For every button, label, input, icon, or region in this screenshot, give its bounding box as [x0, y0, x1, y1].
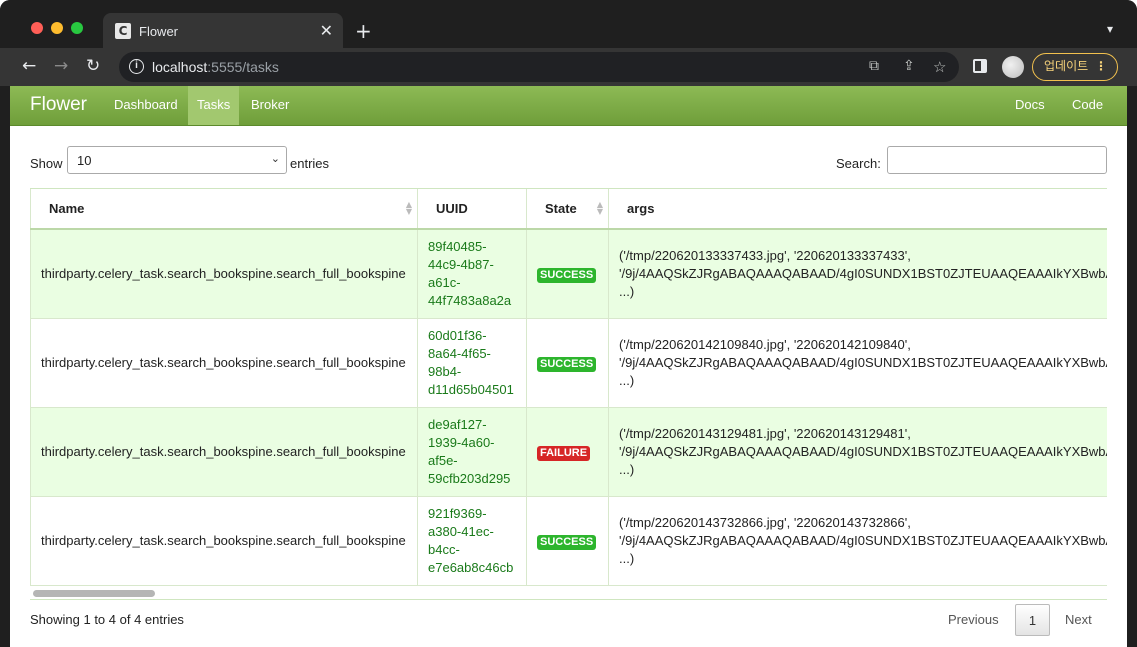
table-row: thirdparty.celery_task.search_bookspine.…: [30, 228, 1107, 319]
task-state-cell: SUCCESS: [526, 317, 609, 408]
table-row: thirdparty.celery_task.search_bookspine.…: [30, 317, 1107, 408]
browser-tab[interactable]: C Flower ✕: [103, 13, 343, 48]
maximize-window-button[interactable]: [71, 22, 83, 34]
show-label: Show: [30, 156, 63, 171]
previous-page-button[interactable]: Previous: [948, 604, 999, 636]
table-row: thirdparty.celery_task.search_bookspine.…: [30, 495, 1107, 586]
sort-icon: ▲ ▼: [405, 200, 412, 216]
page-content: Flower Dashboard Tasks Broker Docs Code …: [10, 86, 1127, 647]
update-button[interactable]: 업데이트 ⋮: [1032, 53, 1118, 81]
task-uuid-link[interactable]: 60d01f36- 8a64-4f65- 98b4- d11d65b04501: [417, 317, 527, 408]
scrollbar-thumb[interactable]: [33, 590, 155, 597]
task-uuid-link[interactable]: 921f9369- a380-41ec-b4cc-e7e6ab8c46cb: [417, 495, 527, 586]
status-badge: SUCCESS: [537, 356, 597, 372]
chevron-down-icon[interactable]: ▾: [1107, 22, 1113, 36]
new-tab-icon[interactable]: +: [355, 20, 372, 42]
status-badge: SUCCESS: [537, 534, 597, 550]
task-state-cell: FAILURE: [526, 406, 609, 497]
task-args-cell: ('/tmp/220620133337433.jpg', '2206201333…: [608, 228, 1107, 319]
column-header-args[interactable]: args: [608, 189, 1107, 230]
table-info: Showing 1 to 4 of 4 entries: [30, 612, 184, 627]
task-state-cell: SUCCESS: [526, 495, 609, 586]
close-icon[interactable]: ✕: [320, 21, 333, 40]
nav-code[interactable]: Code: [1063, 86, 1112, 125]
tab-strip: C Flower ✕ + ▾: [0, 0, 1137, 48]
nav-broker[interactable]: Broker: [242, 86, 298, 125]
search-label: Search:: [836, 156, 881, 171]
nav-docs[interactable]: Docs: [1006, 86, 1054, 125]
table-bottom-divider: [30, 599, 1107, 600]
top-navbar: Flower Dashboard Tasks Broker Docs Code: [10, 86, 1127, 126]
reload-icon[interactable]: ↻: [86, 56, 100, 76]
nav-dashboard[interactable]: Dashboard: [105, 86, 187, 125]
browser-toolbar: ← → ↻ i localhost:5555/tasks ⧉ ⇪ ☆ 업데이트 …: [0, 48, 1137, 86]
column-header-state[interactable]: State ▲ ▼: [526, 189, 609, 230]
back-arrow-icon[interactable]: ←: [22, 56, 36, 76]
table-controls: Show 10 ⌄ entries Search:: [30, 146, 1107, 174]
avatar[interactable]: [1002, 56, 1024, 78]
next-page-button[interactable]: Next: [1065, 604, 1092, 636]
close-window-button[interactable]: [31, 22, 43, 34]
url-text: localhost:5555/tasks: [152, 59, 279, 75]
task-state-cell: SUCCESS: [526, 228, 609, 319]
column-header-uuid[interactable]: UUID: [417, 189, 527, 230]
page-1-button[interactable]: 1: [1015, 604, 1050, 636]
sort-icon: ▲ ▼: [596, 200, 603, 216]
browser-window: C Flower ✕ + ▾ ← → ↻ i localhost:5555/ta…: [0, 0, 1137, 647]
column-header-name[interactable]: Name ▲ ▼: [30, 189, 418, 230]
tab-title: Flower: [139, 24, 179, 39]
chevron-down-icon: ⌄: [270, 152, 280, 165]
tasks-table-container: Name ▲ ▼ UUID State ▲ ▼ args thirdparty.cele…: [30, 188, 1107, 600]
entries-label: entries: [290, 156, 330, 171]
info-icon[interactable]: i: [129, 59, 144, 74]
status-badge: SUCCESS: [537, 267, 597, 283]
task-name-cell: thirdparty.celery_task.search_bookspine.…: [30, 228, 418, 319]
share-icon[interactable]: ⇪: [903, 58, 915, 74]
entries-length-select[interactable]: 10 ⌄: [67, 146, 287, 174]
search-input[interactable]: [887, 146, 1107, 174]
task-args-cell: ('/tmp/220620143732866.jpg', '2206201437…: [608, 495, 1107, 586]
forward-arrow-icon[interactable]: →: [54, 56, 68, 76]
kebab-menu-icon: ⋮: [1095, 59, 1107, 73]
minimize-window-button[interactable]: [51, 22, 63, 34]
translate-icon[interactable]: ⧉: [869, 58, 879, 74]
task-uuid-link[interactable]: 89f40485- 44c9-4b87- a61c- 44f7483a8a2a: [417, 228, 527, 319]
side-panel-icon[interactable]: [973, 59, 987, 73]
table-header-row: Name ▲ ▼ UUID State ▲ ▼ args: [30, 189, 1107, 230]
status-badge: FAILURE: [537, 445, 591, 461]
star-icon[interactable]: ☆: [933, 58, 946, 76]
task-name-cell: thirdparty.celery_task.search_bookspine.…: [30, 495, 418, 586]
tasks-table: Name ▲ ▼ UUID State ▲ ▼ args thirdparty.cele…: [30, 189, 1107, 586]
brand-logo[interactable]: Flower: [30, 94, 87, 116]
task-args-cell: ('/tmp/220620143129481.jpg', '2206201431…: [608, 406, 1107, 497]
task-name-cell: thirdparty.celery_task.search_bookspine.…: [30, 406, 418, 497]
address-bar[interactable]: i localhost:5555/tasks ⧉ ⇪ ☆: [119, 52, 959, 82]
flower-favicon-icon: C: [115, 23, 131, 39]
task-name-cell: thirdparty.celery_task.search_bookspine.…: [30, 317, 418, 408]
task-args-cell: ('/tmp/220620142109840.jpg', '2206201421…: [608, 317, 1107, 408]
table-row: thirdparty.celery_task.search_bookspine.…: [30, 406, 1107, 497]
nav-tasks[interactable]: Tasks: [188, 86, 240, 125]
task-uuid-link[interactable]: de9af127- 1939-4a60- af5e- 59cfb203d295: [417, 406, 527, 497]
